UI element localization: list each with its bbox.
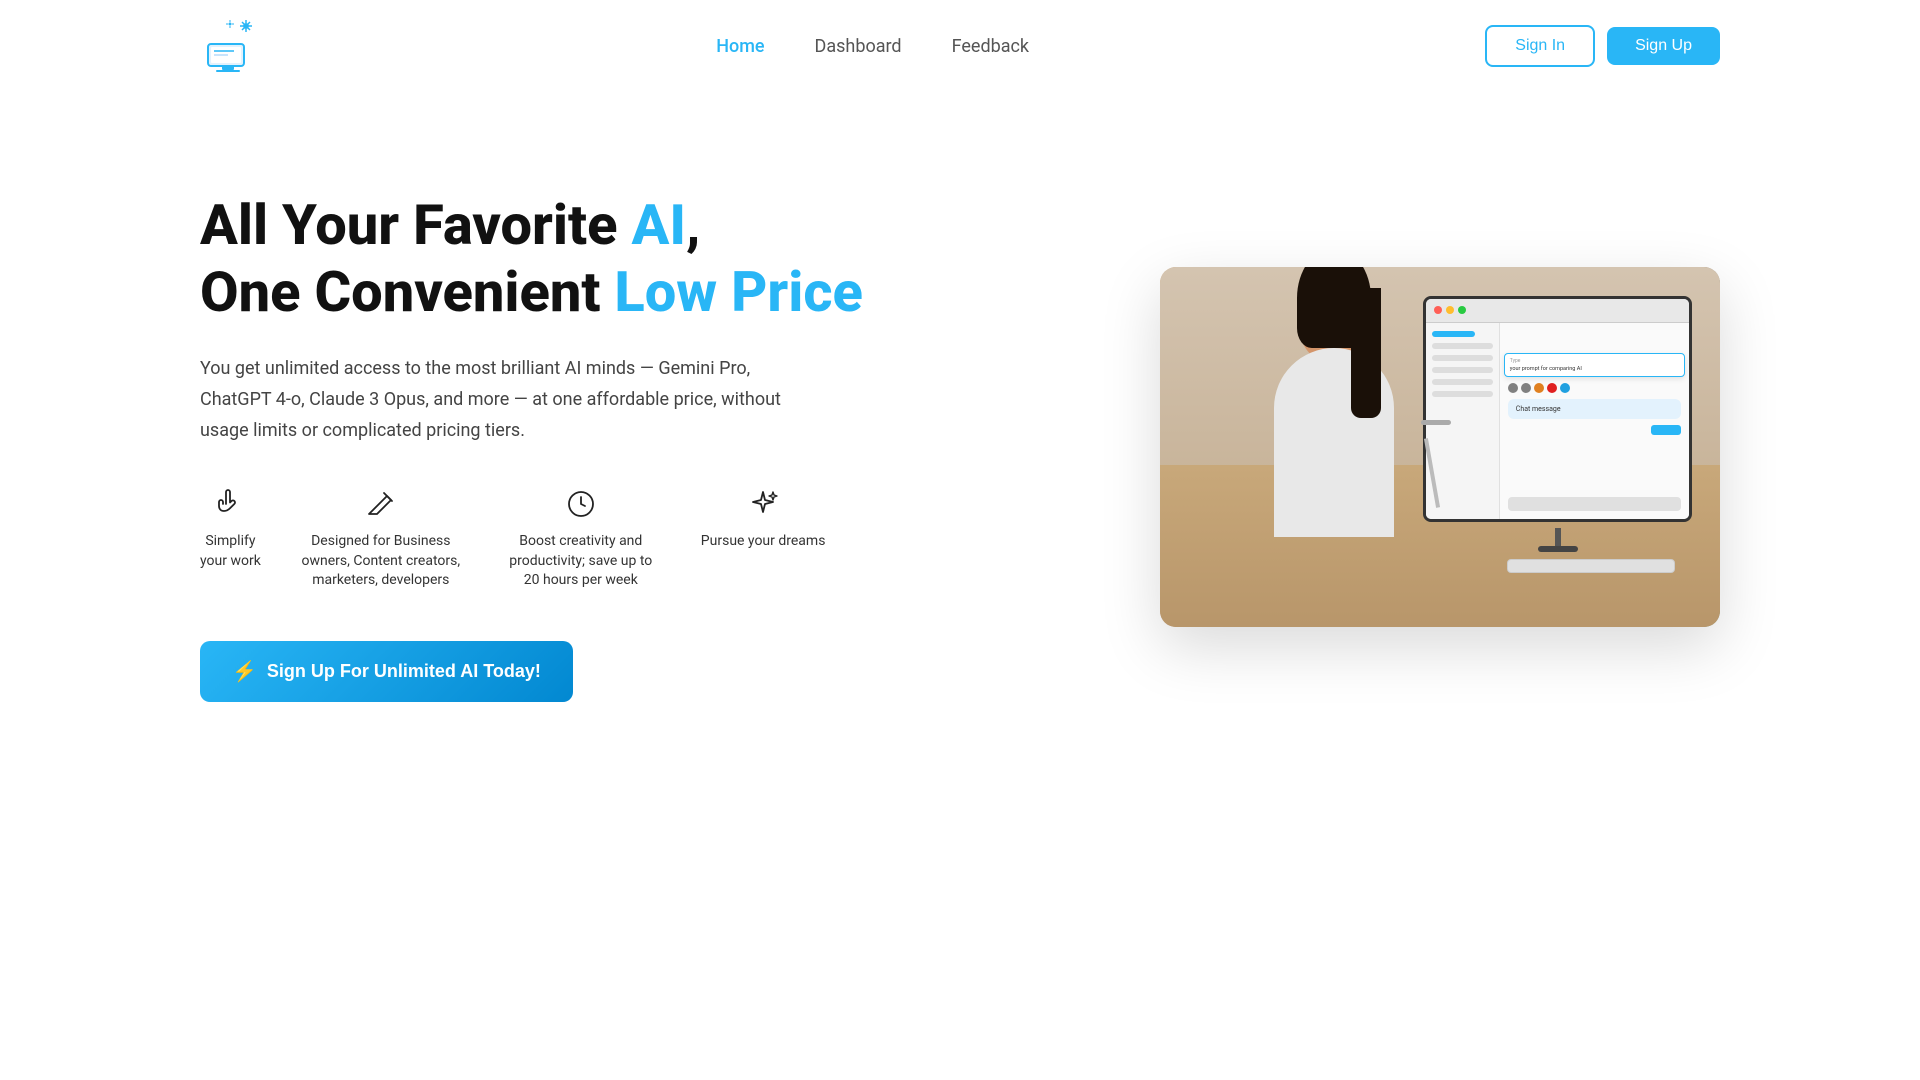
monitor-screen: Type your prompt for comparing AI — [1423, 296, 1692, 522]
clock-icon — [565, 486, 597, 522]
nav-links: Home Dashboard Feedback — [716, 36, 1029, 57]
model-dot-4 — [1547, 383, 1557, 393]
hero-title: All Your Favorite AI, One Convenient Low… — [200, 192, 900, 326]
person — [1216, 267, 1451, 537]
feature-boost-label: Boost creativity and productivity; save … — [501, 532, 661, 591]
hero-title-part3: One Convenient — [200, 259, 614, 325]
feature-pursue-label: Pursue your dreams — [701, 532, 826, 552]
dot-green — [1458, 306, 1466, 314]
hero-image-bg: Type your prompt for comparing AI — [1160, 267, 1720, 627]
navbar: Home Dashboard Feedback Sign In Sign Up — [0, 0, 1920, 92]
send-btn — [1651, 425, 1681, 435]
monitor: Type your prompt for comparing AI — [1423, 296, 1692, 548]
nav-home[interactable]: Home — [716, 36, 764, 57]
screen-input-bar — [1508, 497, 1681, 511]
monitor-stand — [1555, 528, 1561, 548]
feature-simplify-label: Simplifyyour work — [200, 532, 261, 571]
features-row: Simplifyyour work Designed for Business … — [200, 486, 900, 591]
model-dot-2 — [1521, 383, 1531, 393]
hero-title-ai: AI — [631, 192, 686, 258]
feature-pursue: Pursue your dreams — [701, 486, 826, 552]
logo[interactable] — [200, 16, 260, 76]
sidebar-item-3 — [1432, 367, 1493, 373]
type-indicator: Type your prompt for comparing AI — [1504, 353, 1685, 377]
nav-dashboard[interactable]: Dashboard — [815, 36, 902, 57]
hero-title-price: Low Price — [614, 259, 863, 325]
logo-icon — [200, 16, 260, 76]
model-dots — [1508, 383, 1681, 393]
cta-signup-button[interactable]: ⚡ Sign Up For Unlimited AI Today! — [200, 641, 573, 702]
sidebar-item-1 — [1432, 343, 1493, 349]
keyboard — [1507, 559, 1675, 573]
hero-image: Type your prompt for comparing AI — [1160, 267, 1720, 627]
pencil-icon — [365, 486, 397, 522]
screen-topbar — [1426, 299, 1689, 323]
dot-red — [1434, 306, 1442, 314]
hero-description: You get unlimited access to the most bri… — [200, 354, 800, 446]
person-hair — [1297, 267, 1371, 348]
feature-simplify: Simplifyyour work — [200, 486, 261, 571]
sidebar-item-4 — [1432, 379, 1493, 385]
hero-section: All Your Favorite AI, One Convenient Low… — [0, 92, 1920, 762]
dot-yellow — [1446, 306, 1454, 314]
lamp-head — [1421, 420, 1451, 425]
person-body — [1254, 267, 1414, 537]
hero-title-part1: All Your Favorite — [200, 192, 631, 258]
model-dot-1 — [1508, 383, 1518, 393]
hero-title-part2: , — [686, 192, 700, 258]
nav-feedback[interactable]: Feedback — [952, 36, 1029, 57]
signin-button[interactable]: Sign In — [1485, 25, 1595, 67]
feature-boost: Boost creativity and productivity; save … — [501, 486, 661, 591]
type-label: Type — [1510, 358, 1679, 364]
screen-content: Type your prompt for comparing AI — [1426, 323, 1689, 519]
monitor-base — [1538, 546, 1578, 552]
sidebar-item-5 — [1432, 391, 1493, 397]
bolt-icon: ⚡ — [232, 659, 257, 684]
hero-right: Type your prompt for comparing AI — [1160, 267, 1720, 627]
hand-pointer-icon — [214, 486, 246, 522]
feature-designed: Designed for Business owners, Content cr… — [301, 486, 461, 591]
sidebar-item-2 — [1432, 355, 1493, 361]
hero-left: All Your Favorite AI, One Convenient Low… — [200, 192, 900, 702]
model-dot-3 — [1534, 383, 1544, 393]
sidebar-active-item — [1432, 331, 1474, 337]
signup-button[interactable]: Sign Up — [1607, 27, 1720, 65]
nav-buttons: Sign In Sign Up — [1485, 25, 1720, 67]
cta-signup-label: Sign Up For Unlimited AI Today! — [267, 661, 541, 682]
feature-designed-label: Designed for Business owners, Content cr… — [301, 532, 461, 591]
screen-main: Type your prompt for comparing AI — [1500, 323, 1689, 519]
type-placeholder: your prompt for comparing AI — [1510, 366, 1679, 372]
model-dot-5 — [1560, 383, 1570, 393]
chat-bubble-1: Chat message — [1508, 399, 1681, 419]
sparkle-icon — [747, 486, 779, 522]
